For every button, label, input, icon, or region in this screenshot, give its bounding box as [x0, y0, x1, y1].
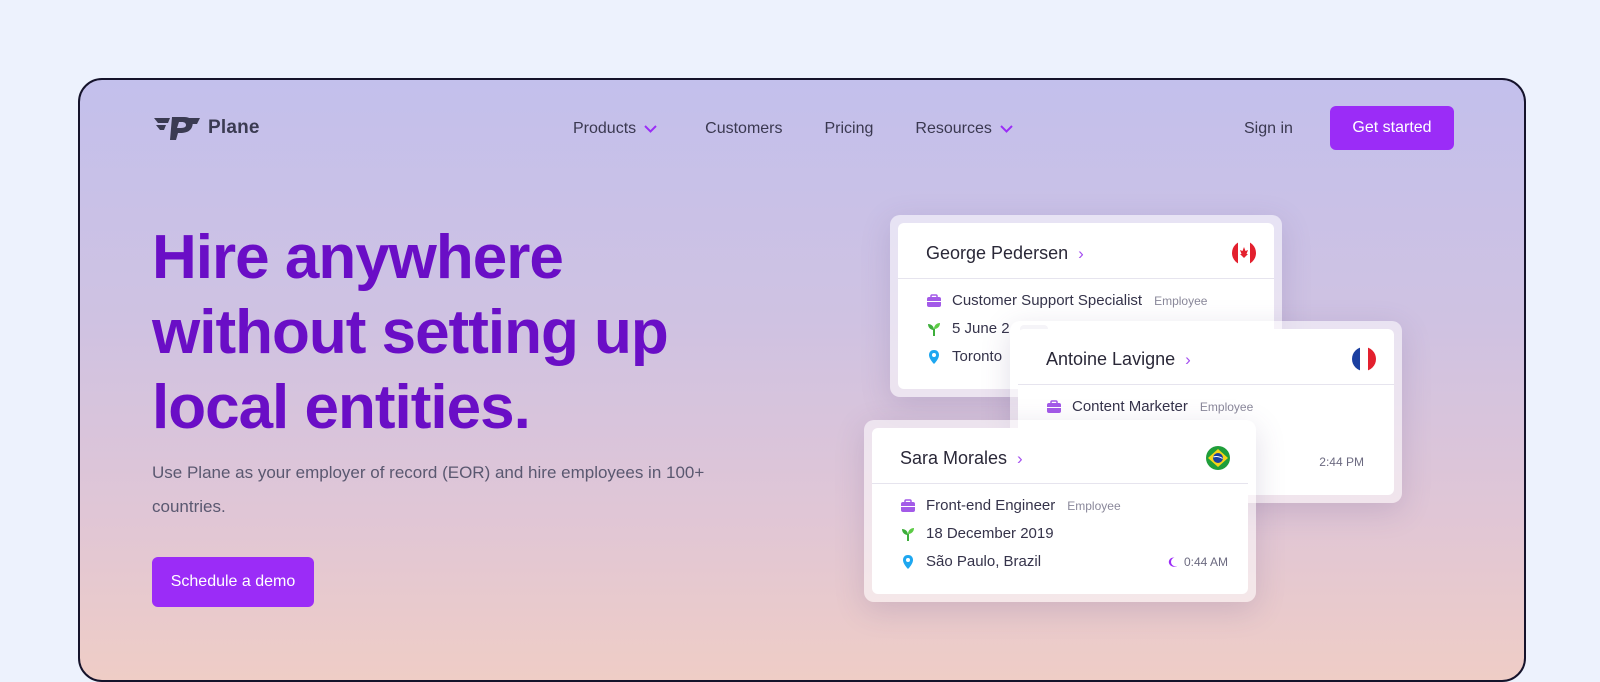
- card-header: Sara Morales ›: [872, 428, 1248, 484]
- employee-name: Antoine Lavigne: [1046, 349, 1176, 369]
- employment-type: Employee: [1154, 293, 1208, 308]
- chevron-down-icon: [1000, 125, 1013, 133]
- local-time: 0:44 AM: [1167, 555, 1228, 569]
- briefcase-icon: [901, 498, 915, 512]
- briefcase-icon: [1047, 399, 1061, 413]
- role-text: Content Marketer: [1072, 398, 1188, 415]
- nav-links: Products Customers Pricing Resources: [573, 120, 1013, 138]
- employee-name-link[interactable]: George Pedersen ›: [926, 243, 1084, 264]
- briefcase-icon: [927, 293, 941, 307]
- employee-name-link[interactable]: Antoine Lavigne ›: [1046, 349, 1191, 370]
- employee-name-link[interactable]: Sara Morales ›: [900, 448, 1023, 469]
- landing-frame: Plane Products Customers Pricing Resourc…: [78, 78, 1526, 682]
- role-row: Front-end Engineer Employee: [900, 497, 1121, 514]
- chevron-down-icon: [644, 125, 657, 133]
- role-row: Content Marketer Employee: [1046, 398, 1253, 415]
- local-time-text: 0:44 AM: [1183, 555, 1228, 569]
- chevron-right-icon: ›: [1078, 243, 1084, 263]
- start-date-row: 18 December 2019: [900, 525, 1054, 542]
- nav-resources-label: Resources: [915, 120, 992, 137]
- plane-logo-icon: [154, 117, 200, 140]
- employment-type: Employee: [1067, 498, 1121, 513]
- location-row: Toronto: [926, 348, 1002, 365]
- moon-icon: [1168, 557, 1178, 567]
- role-row: Customer Support Specialist Employee: [926, 292, 1207, 309]
- start-date-text: 18 December 2019: [926, 525, 1054, 542]
- sprout-icon: [902, 527, 914, 541]
- location-text: Toronto: [952, 348, 1003, 365]
- logo[interactable]: Plane: [152, 114, 260, 142]
- location-pin-icon: [929, 349, 939, 364]
- employee-card-sara: Sara Morales › Front-end Engineer Employ…: [864, 420, 1256, 602]
- card-header: Antoine Lavigne ›: [1018, 329, 1394, 385]
- employee-name: Sara Morales: [900, 448, 1008, 468]
- start-date-text: 5 June 2: [952, 320, 1010, 337]
- sign-in-link[interactable]: Sign in: [1244, 120, 1293, 138]
- france-flag-icon: [1352, 347, 1376, 371]
- nav-customers-label: Customers: [705, 120, 783, 137]
- card-body: Sara Morales › Front-end Engineer Employ…: [872, 428, 1248, 594]
- chevron-right-icon: ›: [1185, 349, 1191, 369]
- sprout-icon: [928, 322, 940, 336]
- chevron-right-icon: ›: [1017, 448, 1023, 468]
- hero-title: Hire anywhere without setting up local e…: [152, 223, 669, 442]
- location-pin-icon: [903, 554, 913, 569]
- local-time-text: 2:44 PM: [1319, 455, 1364, 469]
- employment-type: Employee: [1199, 399, 1254, 414]
- role-text: Customer Support Specialist: [952, 292, 1143, 309]
- nav-customers[interactable]: Customers: [705, 120, 782, 138]
- local-time: 2:44 PM: [1319, 455, 1364, 469]
- top-nav: Plane Products Customers Pricing Resourc…: [80, 80, 1524, 176]
- nav-pricing[interactable]: Pricing: [825, 120, 874, 138]
- location-row: São Paulo, Brazil: [900, 553, 1041, 570]
- get-started-button[interactable]: Get started: [1330, 106, 1454, 150]
- nav-products[interactable]: Products: [573, 120, 657, 138]
- role-text: Front-end Engineer: [926, 497, 1056, 514]
- brazil-flag-icon: [1206, 446, 1230, 470]
- nav-pricing-label: Pricing: [824, 120, 874, 137]
- logo-text: Plane: [208, 117, 260, 138]
- location-text: São Paulo, Brazil: [926, 553, 1042, 570]
- canada-flag-icon: [1232, 241, 1256, 265]
- nav-products-label: Products: [573, 120, 637, 137]
- nav-resources[interactable]: Resources: [915, 120, 1013, 138]
- hero-subtitle: Use Plane as your employer of record (EO…: [152, 463, 705, 516]
- employee-name: George Pedersen: [926, 243, 1069, 263]
- schedule-demo-button[interactable]: Schedule a demo: [152, 557, 314, 607]
- card-header: George Pedersen ›: [898, 223, 1274, 279]
